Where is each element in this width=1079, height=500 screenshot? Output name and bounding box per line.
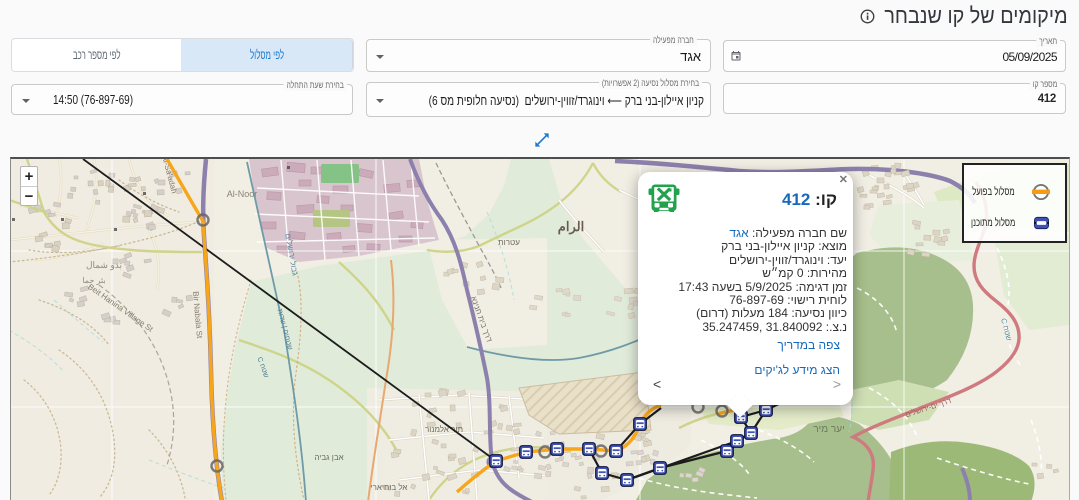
svg-text:Al-Noor: Al-Noor (227, 189, 258, 199)
svg-text:אבן גביה: אבן גביה (314, 453, 343, 462)
svg-text:بدو شمال: بدو شمال (86, 260, 122, 271)
svg-text:الرام: الرام (558, 219, 584, 235)
svg-text:יער מיר: יער מיר (813, 424, 844, 435)
svg-text:אל בוחיארי: אל בוחיארי (371, 483, 408, 492)
svg-text:עטרות: עטרות (498, 238, 520, 247)
